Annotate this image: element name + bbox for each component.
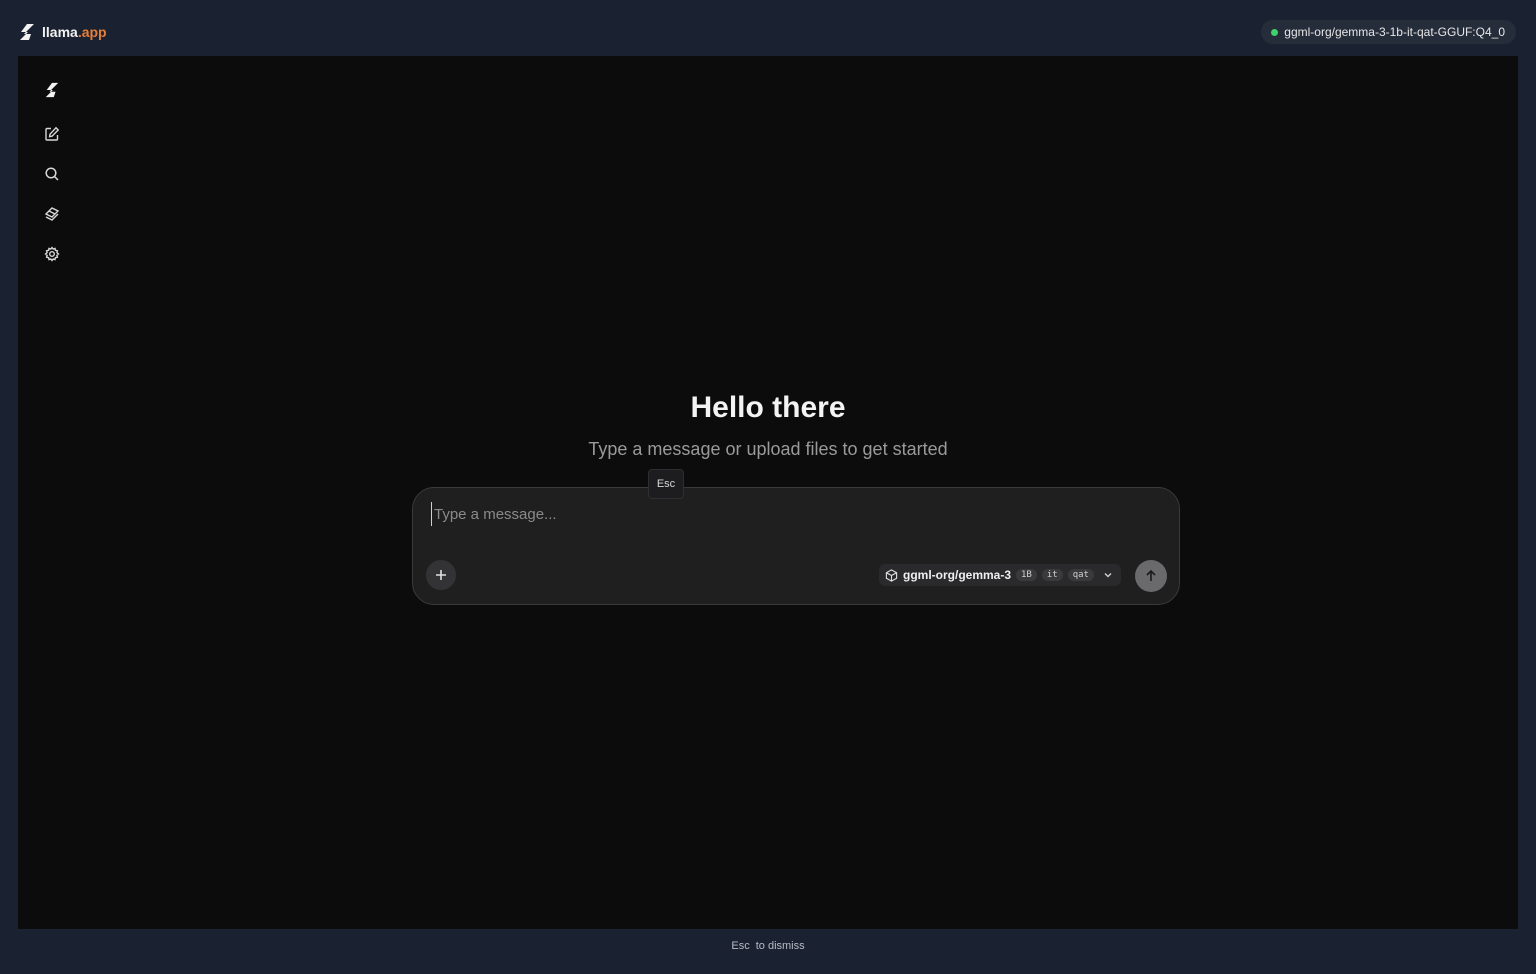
status-dot bbox=[1271, 28, 1279, 36]
add-attachment-button[interactable] bbox=[426, 560, 456, 590]
greeting-subtitle: Type a message or upload files to get st… bbox=[588, 439, 948, 459]
model-status-pill[interactable]: ggml-org/gemma-3-1b-it-qat-GGUF:Q4_0 bbox=[1261, 20, 1516, 44]
title-bar: llama .app ggml-org/gemma-3-1b-it-qat-GGU… bbox=[0, 0, 1536, 56]
dismiss-hint: Esc to dismiss bbox=[0, 940, 1536, 952]
sidebar bbox=[18, 56, 86, 929]
chevron-down-icon bbox=[1104, 573, 1112, 578]
model-selector-label: ggml-org/gemma-3 bbox=[903, 568, 1012, 582]
dismiss-key: Esc bbox=[731, 940, 750, 952]
message-composer: ggml-org/gemma-3 1B it qat bbox=[412, 487, 1180, 605]
llama-logo-icon bbox=[20, 24, 34, 40]
model-tag: qat bbox=[1067, 569, 1094, 581]
model-tag: 1B bbox=[1016, 569, 1037, 581]
model-tag: it bbox=[1041, 569, 1063, 581]
send-button[interactable] bbox=[1135, 560, 1167, 592]
cube-icon bbox=[885, 568, 898, 582]
app-name: llama bbox=[42, 24, 78, 40]
settings-icon[interactable] bbox=[42, 244, 62, 264]
new-chat-icon[interactable] bbox=[42, 124, 62, 144]
logo-icon[interactable] bbox=[42, 80, 62, 100]
dismiss-text: to dismiss bbox=[755, 940, 805, 952]
greeting-title: Hello there bbox=[690, 391, 846, 424]
arrow-up-icon bbox=[1146, 570, 1156, 581]
esc-tooltip: Esc bbox=[648, 469, 684, 499]
message-input[interactable] bbox=[431, 502, 1136, 526]
app-name-ext: .app bbox=[77, 24, 107, 40]
model-selector[interactable]: ggml-org/gemma-3 1B it qat bbox=[879, 564, 1121, 586]
search-icon[interactable] bbox=[42, 164, 62, 184]
layers-icon[interactable] bbox=[42, 204, 62, 224]
model-status-label: ggml-org/gemma-3-1b-it-qat-GGUF:Q4_0 bbox=[1284, 25, 1505, 39]
plus-icon bbox=[436, 570, 446, 580]
chat-window: Hello there Type a message or upload fil… bbox=[18, 56, 1518, 929]
app-logo[interactable]: llama .app bbox=[18, 20, 107, 44]
